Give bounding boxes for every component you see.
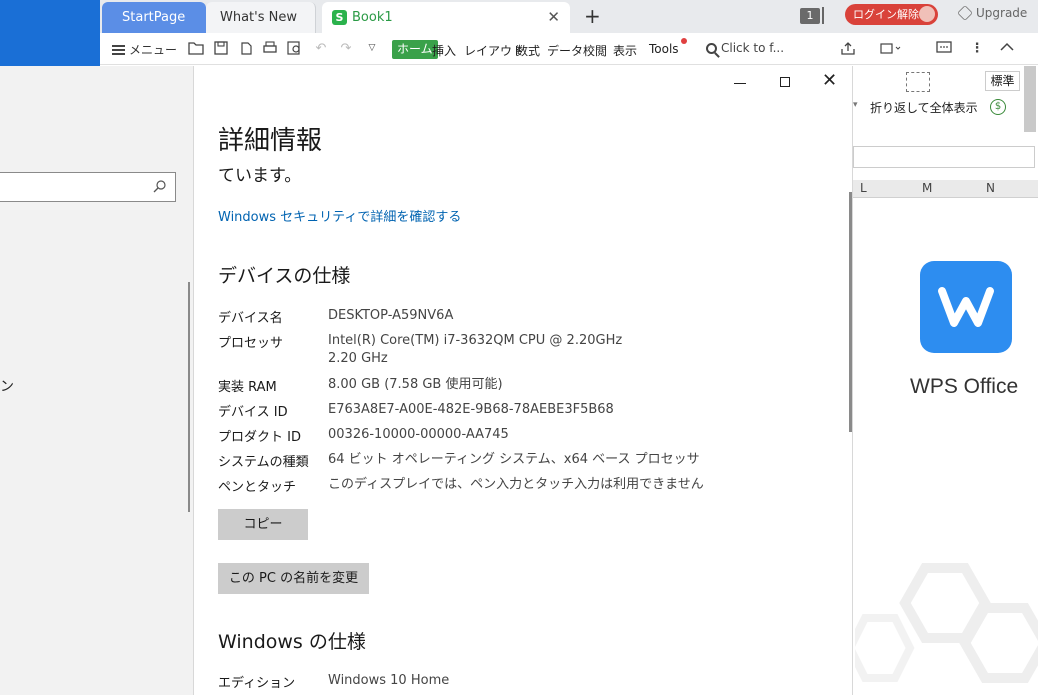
column-header-m[interactable]: M bbox=[922, 181, 932, 195]
menu-label: メニュー bbox=[129, 43, 178, 57]
login-label: ログイン解除 bbox=[853, 8, 919, 21]
settings-scrollbar[interactable] bbox=[188, 282, 190, 512]
hamburger-icon bbox=[112, 44, 125, 55]
search-icon bbox=[706, 42, 717, 54]
tab-view[interactable]: 表示 bbox=[613, 42, 637, 59]
spec-value: このディスプレイでは、ペン入力とタッチ入力は利用できません bbox=[328, 477, 704, 492]
settings-window: ン bbox=[0, 66, 193, 695]
tab-layout[interactable]: レイアウト bbox=[464, 42, 524, 59]
tab-data[interactable]: データ bbox=[547, 42, 583, 59]
share-icon[interactable] bbox=[840, 41, 856, 56]
wps-toolbar: メニュー ↶ ↷ ▽ ホーム 挿入 レイアウト 数式 データ 校閲 表示 Too… bbox=[100, 33, 1038, 65]
tab-book1-label: Book1 bbox=[352, 10, 393, 25]
page-subtitle: ています。 bbox=[218, 166, 302, 186]
spec-label: プロセッサ bbox=[218, 336, 284, 351]
tab-startpage-label: StartPage bbox=[122, 10, 186, 25]
currency-icon[interactable]: $ bbox=[990, 99, 1006, 115]
column-header-row: L M N bbox=[853, 180, 1038, 198]
spec-value: DESKTOP-A59NV6A bbox=[328, 308, 454, 323]
spec-value: 00326-10000-00000-AA745 bbox=[328, 427, 509, 442]
login-button[interactable]: ログイン解除 bbox=[845, 4, 938, 25]
sync-icon[interactable] bbox=[878, 41, 902, 56]
wps-splash-panel: WPS Office bbox=[855, 198, 1038, 695]
upgrade-label: Upgrade bbox=[976, 6, 1028, 20]
column-header-l[interactable]: L bbox=[860, 181, 867, 195]
print-icon[interactable] bbox=[262, 41, 278, 56]
tab-tools[interactable]: Tools bbox=[649, 42, 679, 56]
spec-value: Intel(R) Core(TM) i7-3632QM CPU @ 2.20GH… bbox=[328, 333, 623, 366]
save-icon[interactable] bbox=[213, 41, 229, 56]
spec-label: 実装 RAM bbox=[218, 380, 277, 395]
tab-home[interactable]: ホーム bbox=[392, 40, 438, 59]
desktop-background bbox=[0, 0, 100, 66]
ribbon-scrollbar[interactable] bbox=[1024, 66, 1036, 132]
settings-search-input[interactable] bbox=[0, 172, 176, 202]
open-folder-icon[interactable] bbox=[188, 41, 204, 56]
tab-review[interactable]: 校閲 bbox=[583, 42, 607, 59]
tab-whats-new[interactable]: What's New bbox=[206, 2, 316, 33]
spec-label: システムの種類 bbox=[218, 455, 309, 470]
search-icon bbox=[153, 180, 166, 193]
command-search-placeholder: Click to f... bbox=[721, 41, 785, 55]
wps-splash-title: WPS Office bbox=[910, 375, 1019, 398]
tab-startpage[interactable]: StartPage bbox=[102, 2, 206, 33]
about-scrollbar[interactable] bbox=[849, 192, 852, 432]
menu-button[interactable]: メニュー bbox=[112, 41, 177, 58]
spreadsheet-icon: S bbox=[332, 10, 347, 25]
spec-label: エディション bbox=[218, 676, 296, 691]
device-specs-heading: デバイスの仕様 bbox=[218, 265, 351, 287]
export-icon[interactable] bbox=[238, 41, 254, 56]
tab-book1[interactable]: S Book1 ✕ bbox=[322, 2, 570, 33]
print-preview-icon[interactable] bbox=[287, 41, 303, 56]
hexagon-pattern-icon bbox=[855, 563, 1038, 683]
new-tab-button[interactable]: + bbox=[584, 4, 601, 28]
maximize-icon[interactable] bbox=[780, 77, 790, 87]
windows-specs-heading: Windows の仕様 bbox=[218, 631, 366, 653]
number-format-select[interactable]: 標準 bbox=[985, 71, 1020, 91]
spec-label: プロダクト ID bbox=[218, 430, 301, 445]
copy-button[interactable]: コピー bbox=[218, 509, 308, 540]
avatar bbox=[919, 6, 935, 22]
ribbon-panel: ▾ 折り返して全体表示 標準 $ bbox=[853, 66, 1038, 132]
tab-insert[interactable]: 挿入 bbox=[432, 42, 456, 59]
spec-value: 64 ビット オペレーティング システム、x64 ベース プロセッサ bbox=[328, 452, 700, 467]
upgrade-button[interactable]: Upgrade bbox=[957, 5, 1028, 21]
upgrade-icon bbox=[957, 5, 973, 21]
minimize-icon[interactable] bbox=[734, 83, 746, 84]
notification-dot bbox=[681, 38, 687, 44]
tab-whats-new-label: What's New bbox=[220, 10, 297, 25]
spec-label: ペンとタッチ bbox=[218, 480, 297, 495]
security-details-link[interactable]: Windows セキュリティで詳細を確認する bbox=[218, 206, 461, 225]
wrap-text-icon[interactable] bbox=[906, 72, 930, 92]
command-search[interactable]: Click to f... bbox=[706, 41, 784, 55]
close-icon[interactable]: ✕ bbox=[822, 70, 837, 91]
spec-value: 8.00 GB (7.58 GB 使用可能) bbox=[328, 377, 503, 392]
collapse-ribbon-icon[interactable] bbox=[999, 41, 1015, 56]
close-tab-icon[interactable]: ✕ bbox=[547, 8, 560, 26]
wrap-text-button[interactable]: 折り返して全体表示 bbox=[870, 99, 978, 116]
wps-tab-bar: StartPage What's New S Book1 ✕ + 1 ログイン解… bbox=[100, 0, 1038, 33]
chevron-down-icon[interactable]: ▽ bbox=[364, 41, 380, 56]
column-header-n[interactable]: N bbox=[986, 181, 995, 195]
spec-value: Windows 10 Home bbox=[328, 673, 450, 688]
redo-icon[interactable]: ↷ bbox=[338, 41, 354, 56]
document-count-badge[interactable]: 1 bbox=[800, 8, 820, 24]
settings-nav-item[interactable]: ン bbox=[0, 376, 14, 396]
more-options-icon[interactable]: ⋮ bbox=[969, 41, 985, 56]
dropdown-arrow-icon[interactable]: ▾ bbox=[853, 100, 858, 110]
divider bbox=[822, 7, 824, 24]
spec-label: デバイス ID bbox=[218, 405, 288, 420]
wps-logo-icon bbox=[920, 261, 1012, 353]
rename-pc-button[interactable]: この PC の名前を変更 bbox=[218, 563, 369, 594]
spec-label: デバイス名 bbox=[218, 311, 283, 326]
undo-icon[interactable]: ↶ bbox=[313, 41, 329, 56]
spec-value: E763A8E7-A00E-482E-9B68-78AEBE3F5B68 bbox=[328, 402, 614, 417]
about-window: ✕ 詳細情報 ています。 Windows セキュリティで詳細を確認する デバイス… bbox=[193, 66, 853, 695]
tab-formulas[interactable]: 数式 bbox=[516, 42, 540, 59]
page-title: 詳細情報 bbox=[218, 126, 323, 156]
formula-input[interactable] bbox=[853, 146, 1035, 168]
comment-icon[interactable] bbox=[936, 41, 952, 56]
